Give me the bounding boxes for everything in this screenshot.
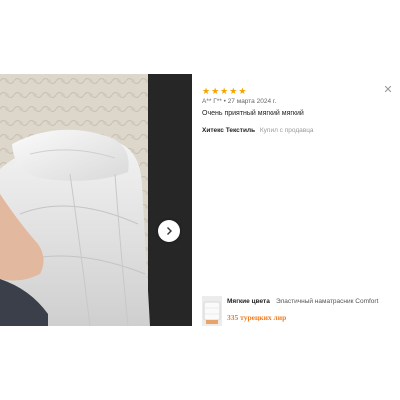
review-date: 27 марта 2024 г. bbox=[227, 98, 277, 105]
seller-line: Хитекс Текстиль Купил с продавца bbox=[202, 127, 314, 134]
seller-name[interactable]: Хитекс Текстиль bbox=[202, 127, 255, 134]
product-name[interactable]: Эластичный наматрасник Comfort bbox=[276, 298, 398, 305]
star-icon: ★ bbox=[220, 86, 229, 96]
rating-stars: ★ ★ ★ ★ ★ bbox=[202, 87, 246, 96]
chevron-right-icon bbox=[167, 227, 172, 235]
review-panel: ✕ ★ ★ ★ ★ ★ А** Г** • 27 марта 2024 г. О… bbox=[192, 74, 400, 326]
product-thumbnail[interactable] bbox=[202, 296, 222, 326]
close-icon[interactable]: ✕ bbox=[382, 84, 394, 96]
page-background bbox=[0, 0, 400, 74]
star-icon: ★ bbox=[202, 86, 211, 96]
product-card[interactable]: Мягкие цвета Эластичный наматрасник Comf… bbox=[202, 296, 398, 326]
star-icon: ★ bbox=[211, 86, 220, 96]
next-photo-button[interactable] bbox=[158, 220, 180, 242]
review-modal: ✕ ★ ★ ★ ★ ★ А** Г** • 27 марта 2024 г. О… bbox=[0, 74, 400, 326]
product-price: 335 турецких лир bbox=[227, 313, 287, 322]
star-icon: ★ bbox=[238, 86, 247, 96]
purchased-label: Купил с продавца bbox=[259, 127, 314, 134]
product-brand[interactable]: Мягкие цвета bbox=[227, 298, 270, 305]
review-photo bbox=[0, 74, 192, 326]
review-text: Очень приятный мягкий мягкий bbox=[202, 110, 304, 117]
star-icon: ★ bbox=[229, 86, 238, 96]
review-meta: А** Г** • 27 марта 2024 г. bbox=[202, 98, 276, 105]
review-author: А** Г** bbox=[202, 98, 222, 105]
